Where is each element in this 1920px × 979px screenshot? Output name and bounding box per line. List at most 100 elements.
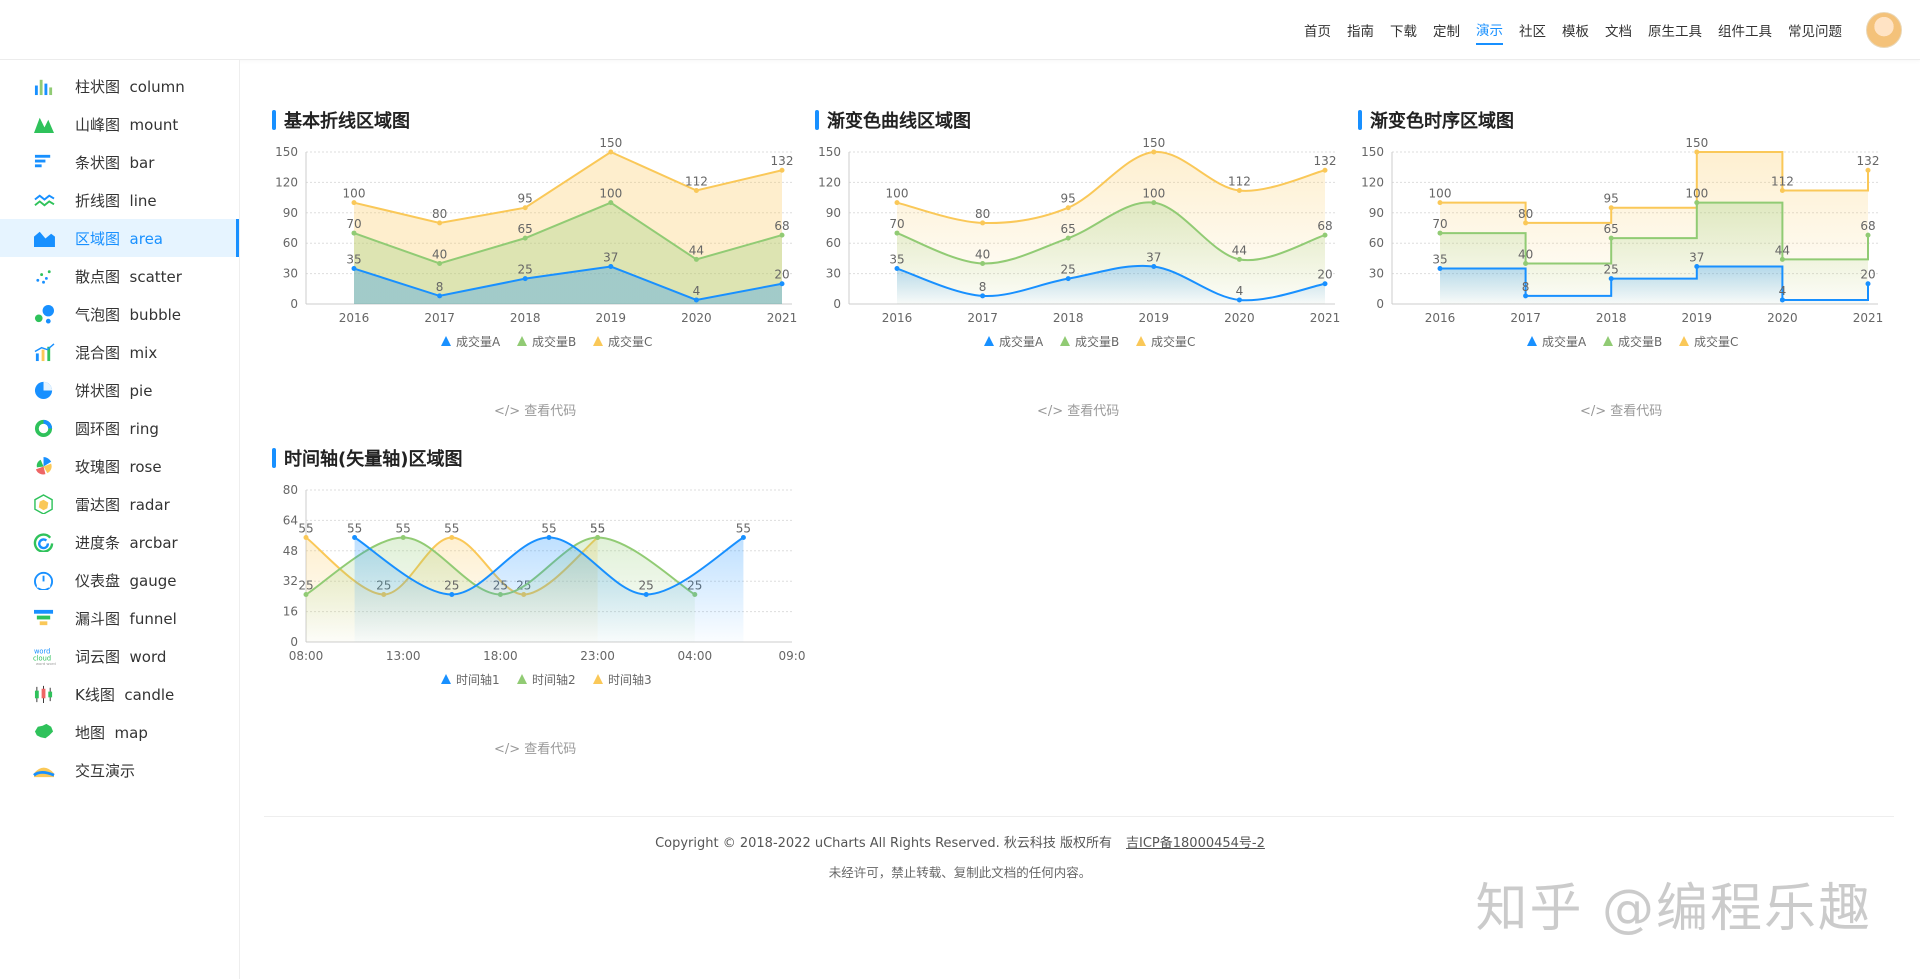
data-point[interactable] — [779, 281, 785, 287]
data-point[interactable] — [437, 293, 443, 299]
nav-item-3[interactable]: 定制 — [1433, 16, 1460, 44]
sidebar-item-pie[interactable]: 饼状图 pie — [0, 371, 239, 409]
legend-label[interactable]: 成交量C — [608, 334, 652, 349]
data-point[interactable] — [449, 535, 455, 540]
legend-marker[interactable] — [1603, 336, 1613, 346]
legend-marker[interactable] — [1679, 336, 1689, 346]
data-point[interactable] — [449, 592, 455, 597]
data-point[interactable] — [351, 230, 357, 236]
nav-item-1[interactable]: 指南 — [1347, 16, 1374, 44]
data-point[interactable] — [1322, 232, 1328, 238]
data-point[interactable] — [1694, 264, 1700, 270]
sidebar-item-gauge[interactable]: 仪表盘 gauge — [0, 561, 239, 599]
legend-marker[interactable] — [593, 674, 603, 684]
data-point[interactable] — [303, 592, 309, 597]
data-point[interactable] — [351, 266, 357, 272]
data-point[interactable] — [1865, 232, 1871, 238]
data-point[interactable] — [1865, 281, 1871, 287]
data-point[interactable] — [1236, 297, 1242, 303]
data-point[interactable] — [894, 266, 900, 272]
data-point[interactable] — [779, 167, 785, 173]
data-point[interactable] — [1865, 167, 1871, 173]
sidebar-item-word[interactable]: word cloud word word 词云图 word — [0, 637, 239, 675]
data-point[interactable] — [1437, 200, 1443, 206]
data-point[interactable] — [894, 230, 900, 236]
nav-item-6[interactable]: 模板 — [1562, 16, 1589, 44]
sidebar-item-candle[interactable]: K线图 candle — [0, 675, 239, 713]
nav-item-4[interactable]: 演示 — [1476, 15, 1503, 45]
legend-label[interactable]: 时间轴1 — [456, 672, 500, 687]
data-point[interactable] — [894, 200, 900, 206]
data-point[interactable] — [351, 200, 357, 206]
data-point[interactable] — [980, 220, 986, 226]
data-point[interactable] — [522, 205, 528, 211]
view-code-link[interactable]: </> 查看代码 — [1037, 400, 1119, 419]
legend-marker[interactable] — [1527, 336, 1537, 346]
data-point[interactable] — [1694, 200, 1700, 206]
data-point[interactable] — [1779, 297, 1785, 303]
view-code-link[interactable]: </> 查看代码 — [494, 738, 576, 757]
legend-label[interactable]: 成交量A — [999, 334, 1044, 349]
data-point[interactable] — [1779, 188, 1785, 194]
nav-item-9[interactable]: 组件工具 — [1718, 16, 1772, 44]
data-point[interactable] — [1322, 167, 1328, 173]
sidebar-item-column[interactable]: 柱状图 column — [0, 67, 239, 105]
data-point[interactable] — [693, 256, 699, 262]
legend-label[interactable]: 成交量A — [456, 334, 501, 349]
sidebar-item-funnel[interactable]: 漏斗图 funnel — [0, 599, 239, 637]
data-point[interactable] — [1322, 281, 1328, 287]
data-point[interactable] — [643, 592, 649, 597]
sidebar-item-mix[interactable]: 混合图 mix — [0, 333, 239, 371]
data-point[interactable] — [693, 188, 699, 194]
data-point[interactable] — [352, 535, 358, 540]
data-point[interactable] — [693, 297, 699, 303]
data-point[interactable] — [1236, 188, 1242, 194]
data-point[interactable] — [1779, 256, 1785, 262]
legend-label[interactable]: 时间轴3 — [608, 672, 652, 687]
data-point[interactable] — [1694, 149, 1700, 155]
data-point[interactable] — [595, 535, 601, 540]
sidebar-item-map[interactable]: 地图 map — [0, 713, 239, 751]
nav-item-10[interactable]: 常见问题 — [1788, 16, 1842, 44]
legend-marker[interactable] — [593, 336, 603, 346]
legend-label[interactable]: 成交量B — [532, 334, 576, 349]
data-point[interactable] — [980, 293, 986, 299]
data-point[interactable] — [1065, 205, 1071, 211]
nav-item-7[interactable]: 文档 — [1605, 16, 1632, 44]
nav-item-5[interactable]: 社区 — [1519, 16, 1546, 44]
sidebar-item-line[interactable]: 折线图 line — [0, 181, 239, 219]
legend-marker[interactable] — [1136, 336, 1146, 346]
legend-label[interactable]: 成交量B — [1618, 334, 1662, 349]
data-point[interactable] — [608, 200, 614, 206]
data-point[interactable] — [608, 264, 614, 270]
data-point[interactable] — [1608, 205, 1614, 211]
nav-item-8[interactable]: 原生工具 — [1648, 16, 1702, 44]
legend-marker[interactable] — [984, 336, 994, 346]
sidebar-item-interactive[interactable]: 交互演示 — [0, 751, 239, 789]
data-point[interactable] — [1523, 260, 1529, 266]
legend-marker[interactable] — [441, 336, 451, 346]
data-point[interactable] — [437, 260, 443, 266]
sidebar-item-bubble[interactable]: 气泡图 bubble — [0, 295, 239, 333]
sidebar-item-arcbar[interactable]: 进度条 arcbar — [0, 523, 239, 561]
data-point[interactable] — [1065, 235, 1071, 241]
view-code-link[interactable]: </> 查看代码 — [1580, 400, 1662, 419]
data-point[interactable] — [1236, 256, 1242, 262]
nav-item-0[interactable]: 首页 — [1304, 16, 1331, 44]
data-point[interactable] — [400, 535, 406, 540]
sidebar-item-area[interactable]: 区域图 area — [0, 219, 239, 257]
nav-item-2[interactable]: 下载 — [1390, 16, 1417, 44]
data-point[interactable] — [437, 220, 443, 226]
legend-marker[interactable] — [517, 336, 527, 346]
legend-marker[interactable] — [1060, 336, 1070, 346]
sidebar-item-bar[interactable]: 条状图 bar — [0, 143, 239, 181]
data-point[interactable] — [1437, 230, 1443, 236]
legend-marker[interactable] — [441, 674, 451, 684]
sidebar-item-ring[interactable]: 圆环图 ring — [0, 409, 239, 447]
legend-label[interactable]: 成交量C — [1694, 334, 1738, 349]
sidebar-item-radar[interactable]: 雷达图 radar — [0, 485, 239, 523]
data-point[interactable] — [1523, 293, 1529, 299]
data-point[interactable] — [1065, 276, 1071, 282]
data-point[interactable] — [1608, 276, 1614, 282]
user-avatar[interactable] — [1866, 12, 1902, 48]
